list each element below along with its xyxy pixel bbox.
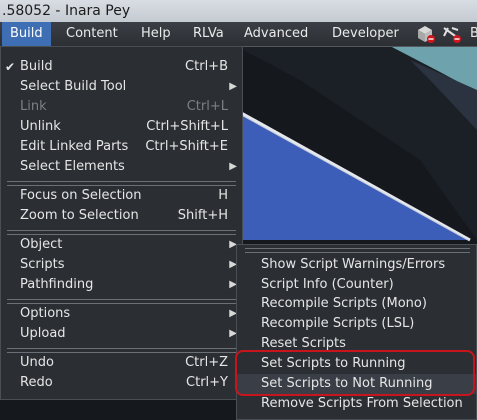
menu-item-recompile-lsl[interactable]: Recompile Scripts (LSL) [237,314,476,334]
menubar-overflow-text: B [470,26,477,41]
menu-item-link: Link Ctrl+L [20,99,228,114]
menu-item-object[interactable]: Object ▶ [1,235,242,255]
menu-item-zoom-to-selection[interactable]: Zoom to Selection Shift+H [1,206,242,226]
menu-item-upload[interactable]: Upload ▶ [1,324,242,344]
menu-build[interactable]: Build [2,22,51,46]
menu-item-select-elements[interactable]: Select Elements ▶ [1,157,242,177]
menu-item-undo[interactable]: Undo Ctrl+Z [1,353,242,373]
menu-rlva[interactable]: RLVa [185,22,232,46]
build-menu: ✔ Build Ctrl+B Select Build Tool ▶ Link … [0,46,243,400]
menu-help[interactable]: Help [133,22,179,46]
menu-developer[interactable]: Developer [324,22,407,46]
window-title: .58052 - Inara Pey [0,0,477,22]
menu-item-options[interactable]: Options ▶ [1,304,242,324]
menu-item-scripts[interactable]: Scripts ▶ [1,255,242,275]
menu-item-focus-on-selection[interactable]: Focus on Selection H [1,186,242,206]
menu-item-script-info[interactable]: Script Info (Counter) [237,275,476,295]
menu-item-build[interactable]: ✔ Build Ctrl+B [1,57,242,77]
checkmark-icon: ✔ [5,60,16,74]
menu-separator [245,248,470,253]
cube-icon[interactable] [418,26,435,43]
submenu-arrow-icon: ▶ [229,81,237,92]
status-icons: B [414,24,477,44]
submenu-arrow-icon: ▶ [229,161,237,172]
menu-advanced[interactable]: Advanced [236,22,316,46]
no-fly-icon[interactable] [443,27,461,43]
menu-item-edit-linked-parts[interactable]: Edit Linked Parts Ctrl+Shift+E [1,137,242,157]
menu-item-unlink[interactable]: Unlink Ctrl+Shift+L [1,117,242,137]
menu-content[interactable]: Content [58,22,126,46]
menu-item-pathfinding[interactable]: Pathfinding ▶ [1,275,242,295]
highlight-annotation [235,350,475,396]
menu-bar: Build Content Help RLVa Advanced Develop… [0,22,477,47]
menu-item-show-script-warnings[interactable]: Show Script Warnings/Errors [237,255,476,275]
menu-item-recompile-mono[interactable]: Recompile Scripts (Mono) [237,294,476,314]
menu-item-remove-scripts[interactable]: Remove Scripts From Selection [237,394,476,414]
menu-item-select-build-tool[interactable]: Select Build Tool ▶ [1,77,242,97]
menu-item-redo[interactable]: Redo Ctrl+Y [1,373,242,393]
